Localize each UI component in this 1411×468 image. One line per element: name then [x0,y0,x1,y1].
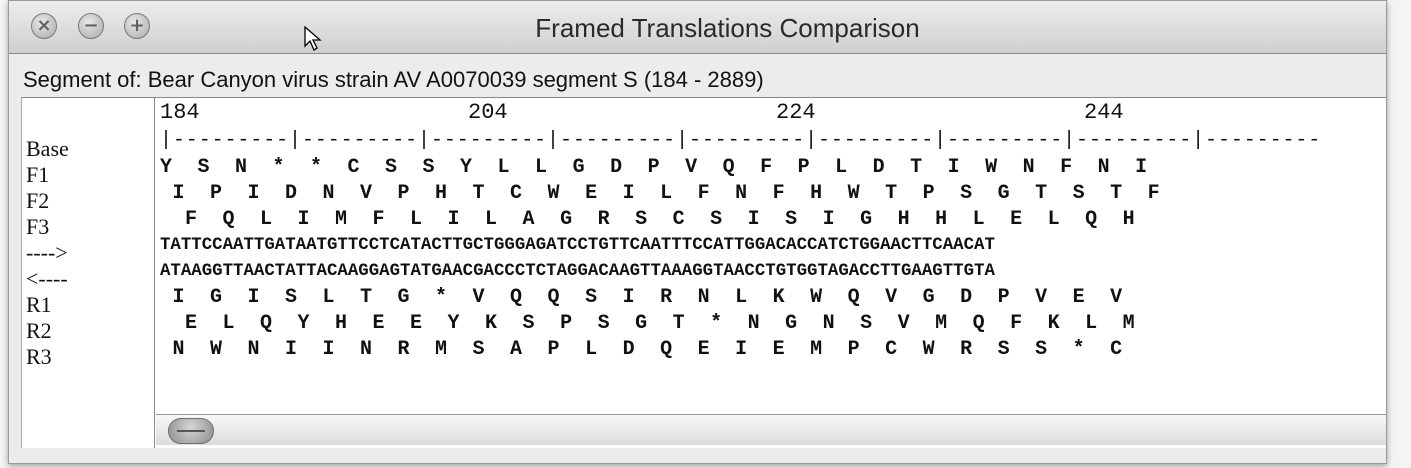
frame-r2-row: E L Q Y H E E Y K S P S G T * N G N S V … [160,312,1136,335]
title-bar[interactable]: × − + Framed Translations Comparison [9,1,1386,54]
ruler-line: |---------|---------|---------|---------… [160,129,1322,152]
frame-f3-row: F Q L I M F L I L A G R S C S I S I G H … [160,208,1136,231]
ruler-number: 244 [1084,100,1124,125]
ruler-number: 204 [468,100,508,125]
forward-strand-row: TATTCCAATTGATAATGTTCCTCATACTTGCTGGGAGATC… [160,236,995,255]
mouse-cursor-icon [304,26,322,51]
label-base: Base [26,136,69,161]
sequence-area[interactable]: 184 204 224 244 |---------|---------|---… [156,98,1386,410]
frame-f1-row: Y S N * * C S S Y L L G D P V Q F P L D … [160,156,1148,179]
label-r1: R1 [26,292,52,317]
segment-description: Segment of: Bear Canyon virus strain AV … [23,67,764,92]
translations-panel: Base F1 F2 F3 ----> <---- R1 R2 R3 184 2… [21,97,1386,448]
window-title: Framed Translations Comparison [535,13,920,43]
ruler-number: 224 [776,100,816,125]
reverse-strand-row: ATAAGGTTAACTATTACAAGGAGTATGAACGACCCTCTAG… [160,262,995,281]
frame-f2-row: I P I D N V P H T C W E I L F N F H W T … [160,182,1161,205]
label-f3: F3 [26,214,50,239]
scrollbar-thumb[interactable] [168,418,214,444]
frame-labels: Base F1 F2 F3 ----> <---- R1 R2 R3 [22,98,155,448]
label-f2: F2 [26,188,50,213]
label-forward: ----> [26,240,68,265]
framed-translations-window: × − + Framed Translations Comparison Seg… [8,0,1387,464]
ruler-number: 184 [160,100,200,125]
horizontal-scrollbar[interactable] [156,414,1386,445]
label-r3: R3 [26,344,52,369]
frame-r3-row: N W N I I N R M S A P L D Q E I E M P C … [160,338,1123,361]
label-r2: R2 [26,318,52,343]
label-f1: F1 [26,162,50,187]
frame-r1-row: I G I S L T G * V Q Q S I R N L K W Q V … [160,286,1123,309]
label-reverse: <---- [26,266,68,291]
